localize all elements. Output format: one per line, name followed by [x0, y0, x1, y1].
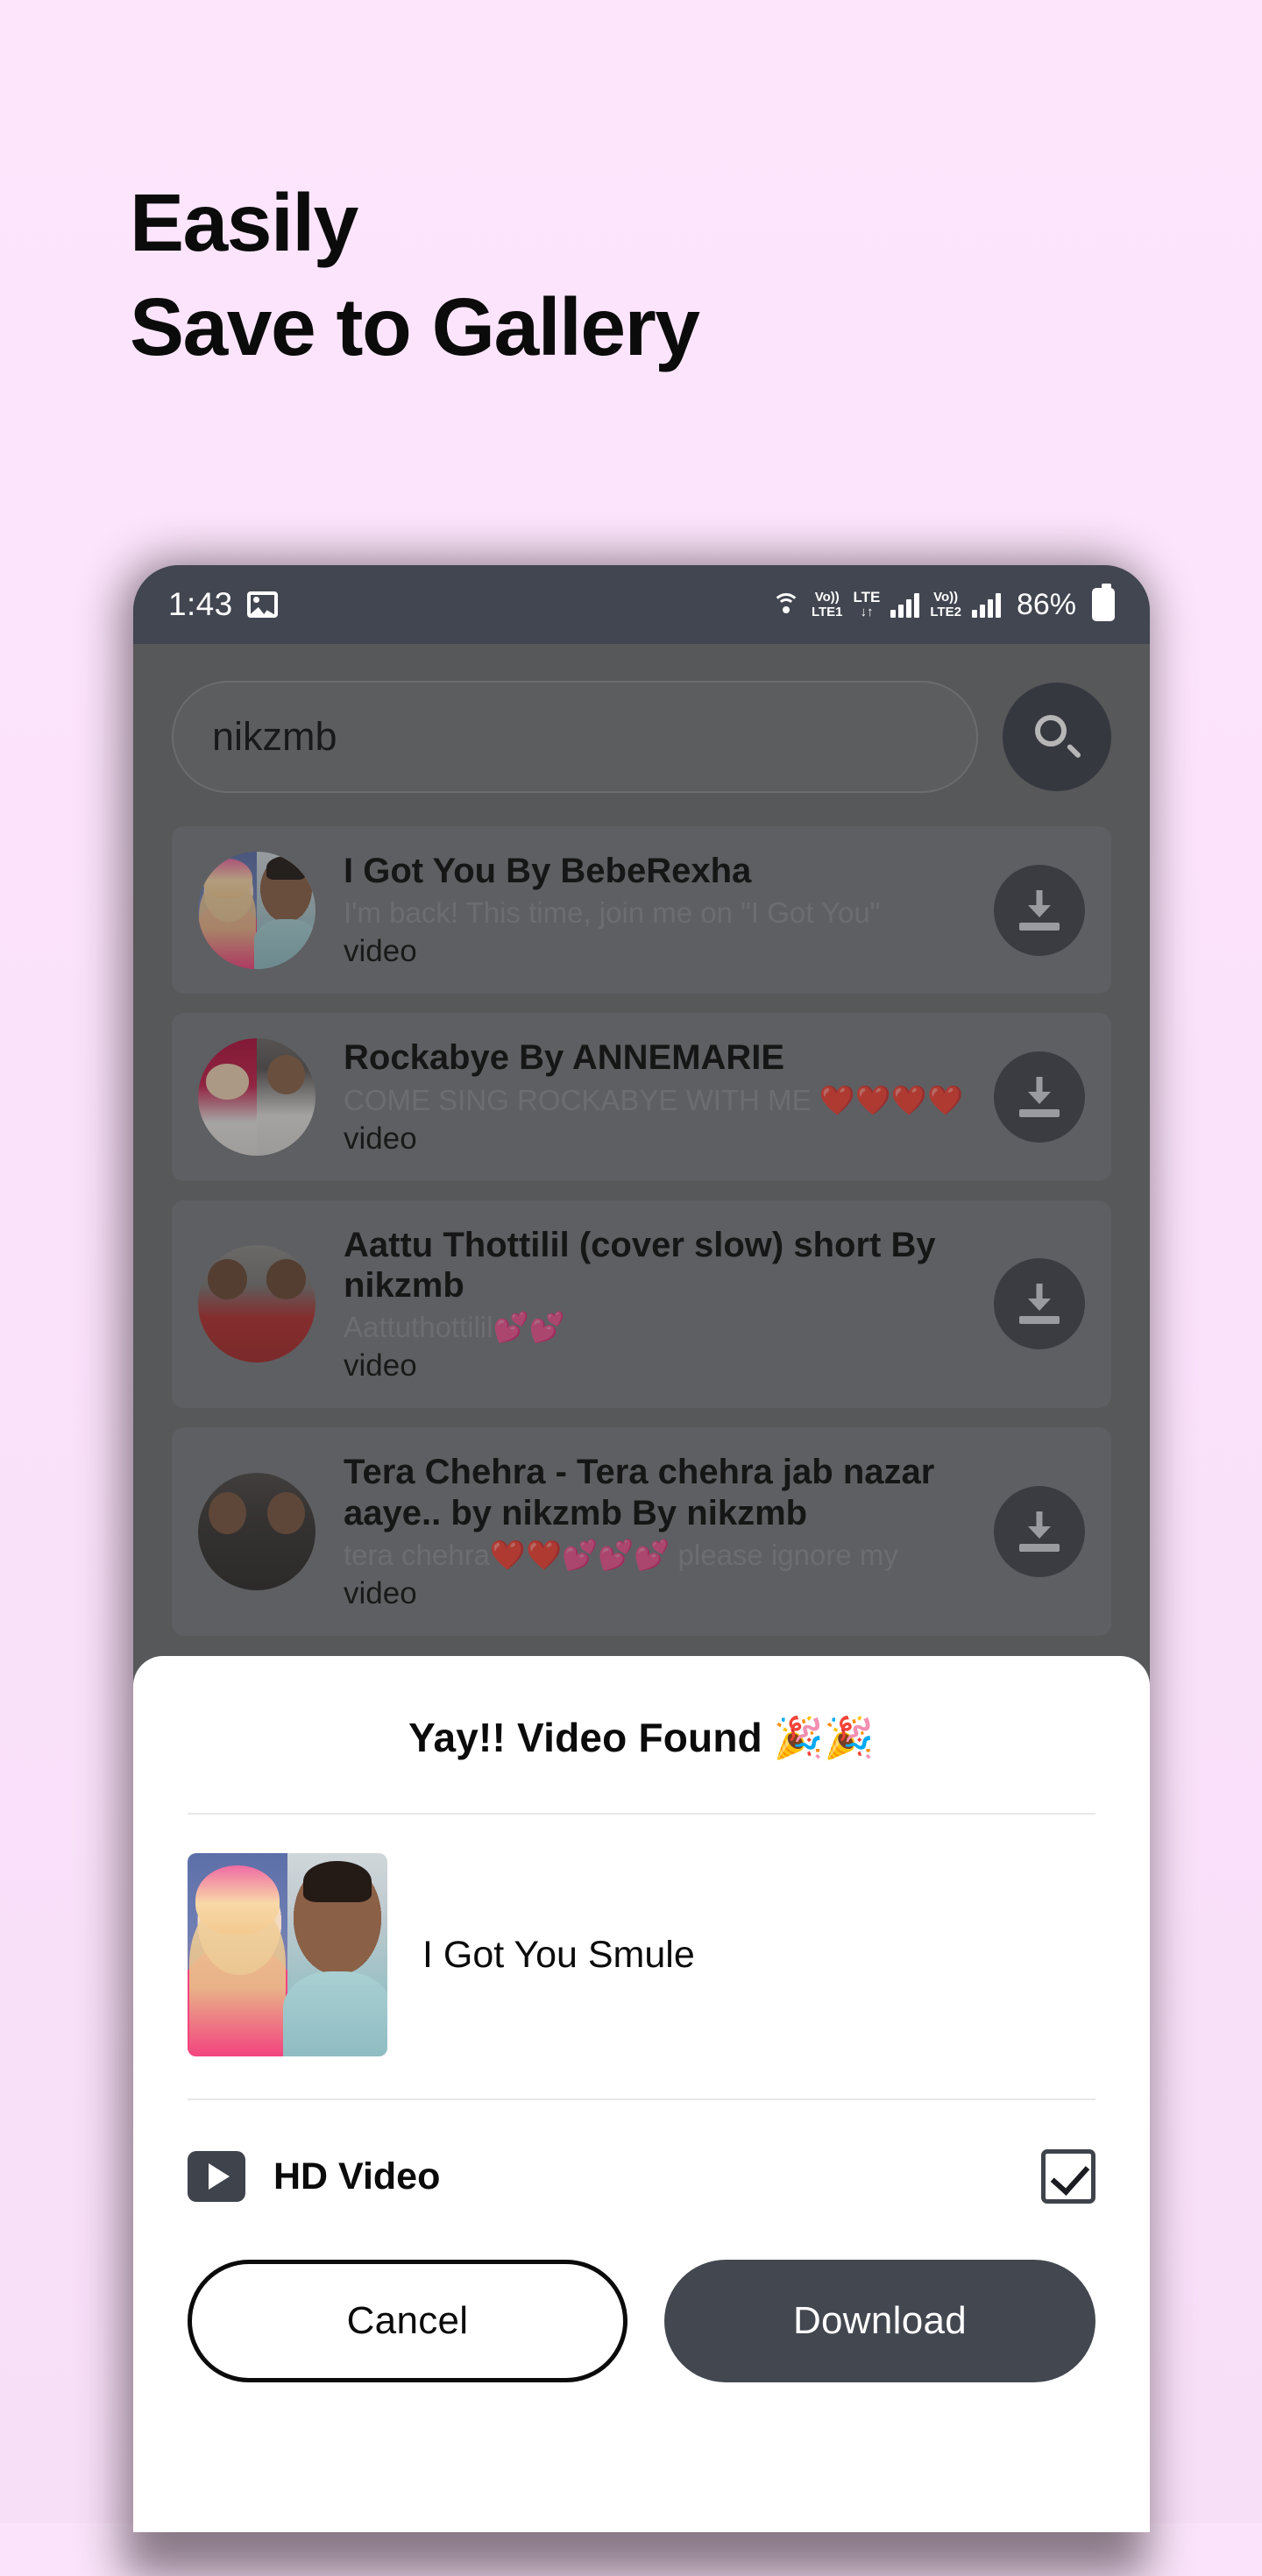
found-video-item: I Got You Smule [188, 1815, 1095, 2098]
phone-mockup: 1:43 Vo)) LTE1 LTE ↓↑ Vo)) LTE2 86% nikz… [133, 565, 1150, 2532]
battery-percent: 86% [1016, 587, 1076, 621]
volte1-icon: Vo)) LTE1 [812, 591, 843, 619]
volte1-label-a: Vo)) [814, 590, 840, 605]
sheet-actions: Cancel Download [188, 2251, 1095, 2382]
app-screen: nikzmb I Got You By BebeRexha I'm back! … [133, 644, 1150, 2532]
video-found-sheet: Yay!! Video Found 🎉🎉 I Got You Smule HD … [133, 1656, 1150, 2532]
gallery-icon [246, 591, 278, 618]
wifi-icon [771, 591, 801, 619]
hd-video-option[interactable]: HD Video [188, 2100, 1095, 2251]
video-title: I Got You Smule [422, 1933, 695, 1976]
signal-bars-2-icon [971, 591, 1001, 618]
battery-icon [1092, 584, 1115, 621]
lte-label: LTE [853, 589, 881, 606]
download-button-primary[interactable]: Download [664, 2260, 1095, 2382]
status-bar: 1:43 Vo)) LTE1 LTE ↓↑ Vo)) LTE2 86% [133, 565, 1150, 644]
hd-video-checkbox[interactable] [1041, 2149, 1095, 2204]
hd-video-label: HD Video [273, 2155, 441, 2197]
signal-bars-1-icon [890, 591, 920, 618]
promo-page: Easily Save to Gallery 1:43 Vo)) LTE1 LT… [0, 0, 1262, 2576]
sheet-title: Yay!! Video Found 🎉🎉 [408, 1715, 875, 1760]
volte2-label-b: LTE2 [930, 605, 961, 619]
video-thumbnail [188, 1853, 387, 2056]
volte2-label-a: Vo)) [933, 590, 959, 605]
page-headline: Easily Save to Gallery [130, 177, 700, 373]
lte-icon: LTE ↓↑ [854, 590, 881, 619]
play-video-icon [188, 2151, 245, 2202]
status-time: 1:43 [168, 586, 233, 622]
cancel-button[interactable]: Cancel [188, 2260, 627, 2382]
volte2-icon: Vo)) LTE2 [930, 591, 961, 619]
volte1-label-b: LTE1 [811, 605, 843, 619]
lte-data-arrows: ↓↑ [860, 605, 874, 620]
